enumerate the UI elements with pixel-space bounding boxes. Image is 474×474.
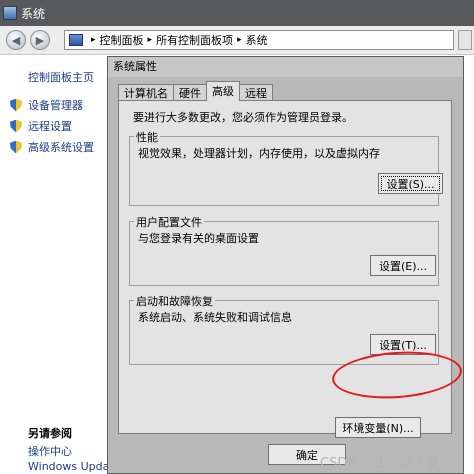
tab-hardware[interactable]: 硬件 bbox=[173, 84, 207, 101]
address-dropdown-button[interactable] bbox=[458, 30, 472, 50]
see-also-heading: 另请参阅 bbox=[28, 427, 72, 440]
performance-settings-button[interactable]: 设置(S)... bbox=[378, 173, 443, 194]
system-properties-dialog: 系统属性 计算机名 硬件 高级 远程 要进行大多数更改，您必须作为管理员登录。 … bbox=[107, 56, 464, 474]
startup-recovery-title: 启动和故障恢复 bbox=[134, 293, 215, 309]
startup-recovery-group: 启动和故障恢复 系统启动、系统失败和调试信息 设置(T)... bbox=[129, 293, 439, 365]
action-center-link[interactable]: 操作中心 bbox=[28, 443, 72, 459]
breadcrumb-all-items[interactable]: 所有控制面板项 bbox=[156, 32, 233, 48]
device-manager-label: 设备管理器 bbox=[28, 99, 83, 112]
breadcrumb-separator: ▸ bbox=[237, 35, 242, 45]
user-profile-desc: 与您登录有关的桌面设置 bbox=[138, 232, 259, 245]
shield-icon bbox=[10, 98, 22, 112]
user-profile-group: 用户配置文件 与您登录有关的桌面设置 设置(E)... bbox=[129, 214, 439, 286]
breadcrumb-separator: ▸ bbox=[147, 35, 153, 45]
remote-settings-label: 远程设置 bbox=[28, 120, 72, 133]
ok-button[interactable]: 确定 bbox=[268, 444, 346, 465]
forward-arrow-icon: ▶ bbox=[35, 33, 45, 47]
left-task-pane: 控制面板主页 设备管理器 远程设置 高级系统设置 另请参阅 操作中心 Windo… bbox=[0, 55, 120, 474]
shield-icon bbox=[10, 119, 22, 133]
tab-computer-name[interactable]: 计算机名 bbox=[118, 84, 174, 101]
back-button[interactable]: ◀ bbox=[6, 30, 26, 50]
window-title: 系统 bbox=[21, 6, 46, 21]
advanced-system-settings-link[interactable]: 高级系统设置 bbox=[10, 139, 94, 155]
tab-advanced[interactable]: 高级 bbox=[206, 81, 240, 101]
address-bar[interactable]: ▸ 控制面板 ▸ 所有控制面板项 ▸ 系统 bbox=[64, 30, 454, 50]
startup-recovery-desc: 系统启动、系统失败和调试信息 bbox=[138, 311, 292, 324]
startup-recovery-settings-button[interactable]: 设置(T)... bbox=[370, 334, 436, 355]
back-arrow-icon: ◀ bbox=[11, 33, 21, 47]
dialog-title: 系统属性 bbox=[108, 57, 463, 77]
breadcrumb-system[interactable]: 系统 bbox=[246, 32, 268, 48]
breadcrumb-separator: ▸ bbox=[91, 35, 96, 45]
performance-desc: 视觉效果，处理器计划，内存使用，以及虚拟内存 bbox=[138, 147, 380, 160]
remote-settings-link[interactable]: 远程设置 bbox=[10, 118, 72, 134]
user-profile-settings-button[interactable]: 设置(E)... bbox=[370, 255, 436, 276]
forward-button[interactable]: ▶ bbox=[30, 30, 50, 50]
window-title-bar: 系统 bbox=[0, 0, 474, 26]
admin-note: 要进行大多数更改，您必须作为管理员登录。 bbox=[133, 111, 353, 124]
user-profile-title: 用户配置文件 bbox=[134, 214, 204, 230]
performance-group: 性能 视觉效果，处理器计划，内存使用，以及虚拟内存 设置(S)... bbox=[129, 129, 443, 206]
system-window-icon bbox=[3, 6, 17, 20]
shield-icon bbox=[10, 140, 22, 154]
tab-remote[interactable]: 远程 bbox=[239, 84, 273, 101]
advanced-system-settings-label: 高级系统设置 bbox=[28, 141, 94, 154]
advanced-tab-panel: 要进行大多数更改，您必须作为管理员登录。 性能 视觉效果，处理器计划，内存使用，… bbox=[118, 100, 452, 438]
environment-variables-button[interactable]: 环境变量(N)... bbox=[335, 417, 421, 438]
control-panel-home-link[interactable]: 控制面板主页 bbox=[28, 69, 94, 85]
device-manager-link[interactable]: 设备管理器 bbox=[10, 97, 83, 113]
breadcrumb-control-panel[interactable]: 控制面板 bbox=[100, 32, 144, 48]
control-panel-icon bbox=[69, 34, 83, 46]
dialog-tabs: 计算机名 硬件 高级 远程 bbox=[118, 81, 273, 101]
navigation-bar: ◀ ▶ ▸ 控制面板 ▸ 所有控制面板项 ▸ 系统 bbox=[0, 26, 474, 55]
performance-title: 性能 bbox=[134, 129, 160, 145]
